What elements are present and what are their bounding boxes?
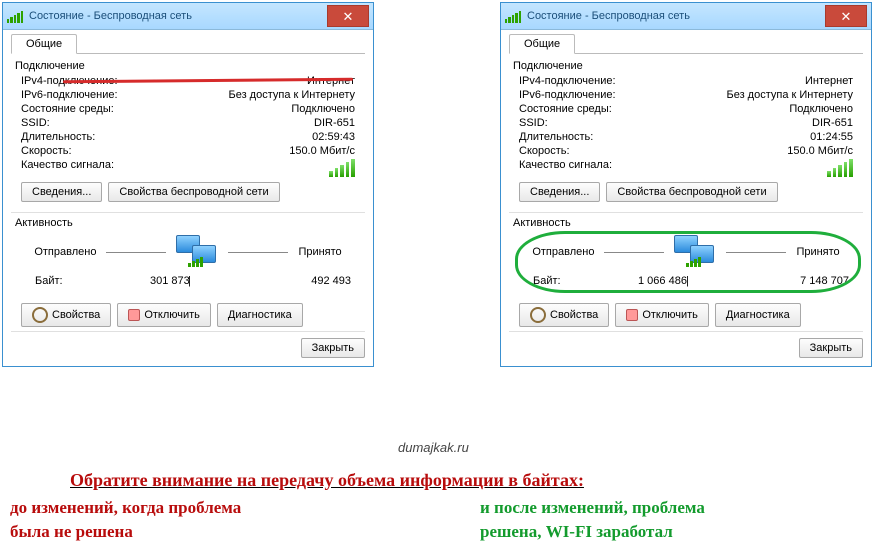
status-window-right: Состояние - Беспроводная сеть ✕ Общие По… xyxy=(500,2,872,367)
ipv6-value: Без доступа к Интернету xyxy=(726,89,853,101)
ipv6-label: IPv6-подключение: xyxy=(21,89,118,101)
sent-label: Отправлено xyxy=(34,246,96,258)
disconnect-button[interactable]: Отключить xyxy=(615,303,709,327)
bytes-recv-value: 492 493 xyxy=(311,275,351,287)
ipv4-value: Интернет xyxy=(805,75,853,87)
signal-bars-icon xyxy=(827,159,853,177)
media-state-label: Состояние среды: xyxy=(519,103,612,115)
speed-label: Скорость: xyxy=(21,145,72,157)
signal-quality-label: Качество сигнала: xyxy=(21,159,114,177)
wifi-icon xyxy=(505,9,521,23)
close-panel-button[interactable]: Закрыть xyxy=(799,338,863,358)
connection-heading: Подключение xyxy=(513,60,859,72)
window-title: Состояние - Беспроводная сеть xyxy=(527,10,825,22)
properties-button[interactable]: Свойства xyxy=(519,303,609,327)
media-state-value: Подключено xyxy=(789,103,853,115)
details-button[interactable]: Сведения... xyxy=(519,182,600,202)
tab-general[interactable]: Общие xyxy=(509,34,575,54)
ssid-value: DIR-651 xyxy=(314,117,355,129)
caption-right-2: решена, WI-FI заработал xyxy=(480,522,673,542)
duration-label: Длительность: xyxy=(21,131,95,143)
close-panel-button[interactable]: Закрыть xyxy=(301,338,365,358)
ipv6-value: Без доступа к Интернету xyxy=(228,89,355,101)
titlebar[interactable]: Состояние - Беспроводная сеть ✕ xyxy=(501,3,871,30)
disconnect-icon xyxy=(128,309,140,321)
gear-icon xyxy=(530,307,546,323)
activity-heading: Активность xyxy=(513,217,859,229)
ssid-value: DIR-651 xyxy=(812,117,853,129)
ssid-label: SSID: xyxy=(21,117,50,129)
disconnect-icon xyxy=(626,309,638,321)
titlebar[interactable]: Состояние - Беспроводная сеть ✕ xyxy=(3,3,373,30)
bytes-label: Байт: xyxy=(35,275,63,287)
wireless-properties-button[interactable]: Свойства беспроводной сети xyxy=(108,182,279,202)
caption-main: Обратите внимание на передачу объема инф… xyxy=(70,470,850,491)
disconnect-button[interactable]: Отключить xyxy=(117,303,211,327)
received-label: Принято xyxy=(298,246,341,258)
activity-monitor-icon xyxy=(176,235,218,269)
ipv4-label: IPv4-подключение: xyxy=(519,75,616,87)
signal-bars-icon xyxy=(329,159,355,177)
media-state-value: Подключено xyxy=(291,103,355,115)
window-title: Состояние - Беспроводная сеть xyxy=(29,10,327,22)
connection-heading: Подключение xyxy=(15,60,361,72)
speed-value: 150.0 Мбит/с xyxy=(787,145,853,157)
details-button[interactable]: Сведения... xyxy=(21,182,102,202)
ipv6-label: IPv6-подключение: xyxy=(519,89,616,101)
bytes-sent-value: 301 873 xyxy=(150,275,190,287)
divider xyxy=(106,251,166,253)
diagnose-button[interactable]: Диагностика xyxy=(217,303,303,327)
caption-left-1: до изменений, когда проблема xyxy=(10,498,241,518)
activity-heading: Активность xyxy=(15,217,361,229)
status-window-left: Состояние - Беспроводная сеть ✕ Общие По… xyxy=(2,2,374,367)
divider xyxy=(228,251,288,253)
tab-bar: Общие xyxy=(11,34,365,54)
diagnose-button[interactable]: Диагностика xyxy=(715,303,801,327)
speed-value: 150.0 Мбит/с xyxy=(289,145,355,157)
gear-icon xyxy=(32,307,48,323)
duration-label: Длительность: xyxy=(519,131,593,143)
duration-value: 02:59:43 xyxy=(312,131,355,143)
close-button[interactable]: ✕ xyxy=(825,5,867,27)
wireless-properties-button[interactable]: Свойства беспроводной сети xyxy=(606,182,777,202)
caption-right-1: и после изменений, проблема xyxy=(480,498,705,518)
media-state-label: Состояние среды: xyxy=(21,103,114,115)
tab-bar: Общие xyxy=(509,34,863,54)
properties-button[interactable]: Свойства xyxy=(21,303,111,327)
close-button[interactable]: ✕ xyxy=(327,5,369,27)
ssid-label: SSID: xyxy=(519,117,548,129)
tab-general[interactable]: Общие xyxy=(11,34,77,54)
caption-left-2: была не решена xyxy=(10,522,133,542)
speed-label: Скорость: xyxy=(519,145,570,157)
wifi-icon xyxy=(7,9,23,23)
signal-quality-label: Качество сигнала: xyxy=(519,159,612,177)
green-annotation xyxy=(515,231,861,293)
duration-value: 01:24:55 xyxy=(810,131,853,143)
watermark: dumajkak.ru xyxy=(398,440,469,455)
